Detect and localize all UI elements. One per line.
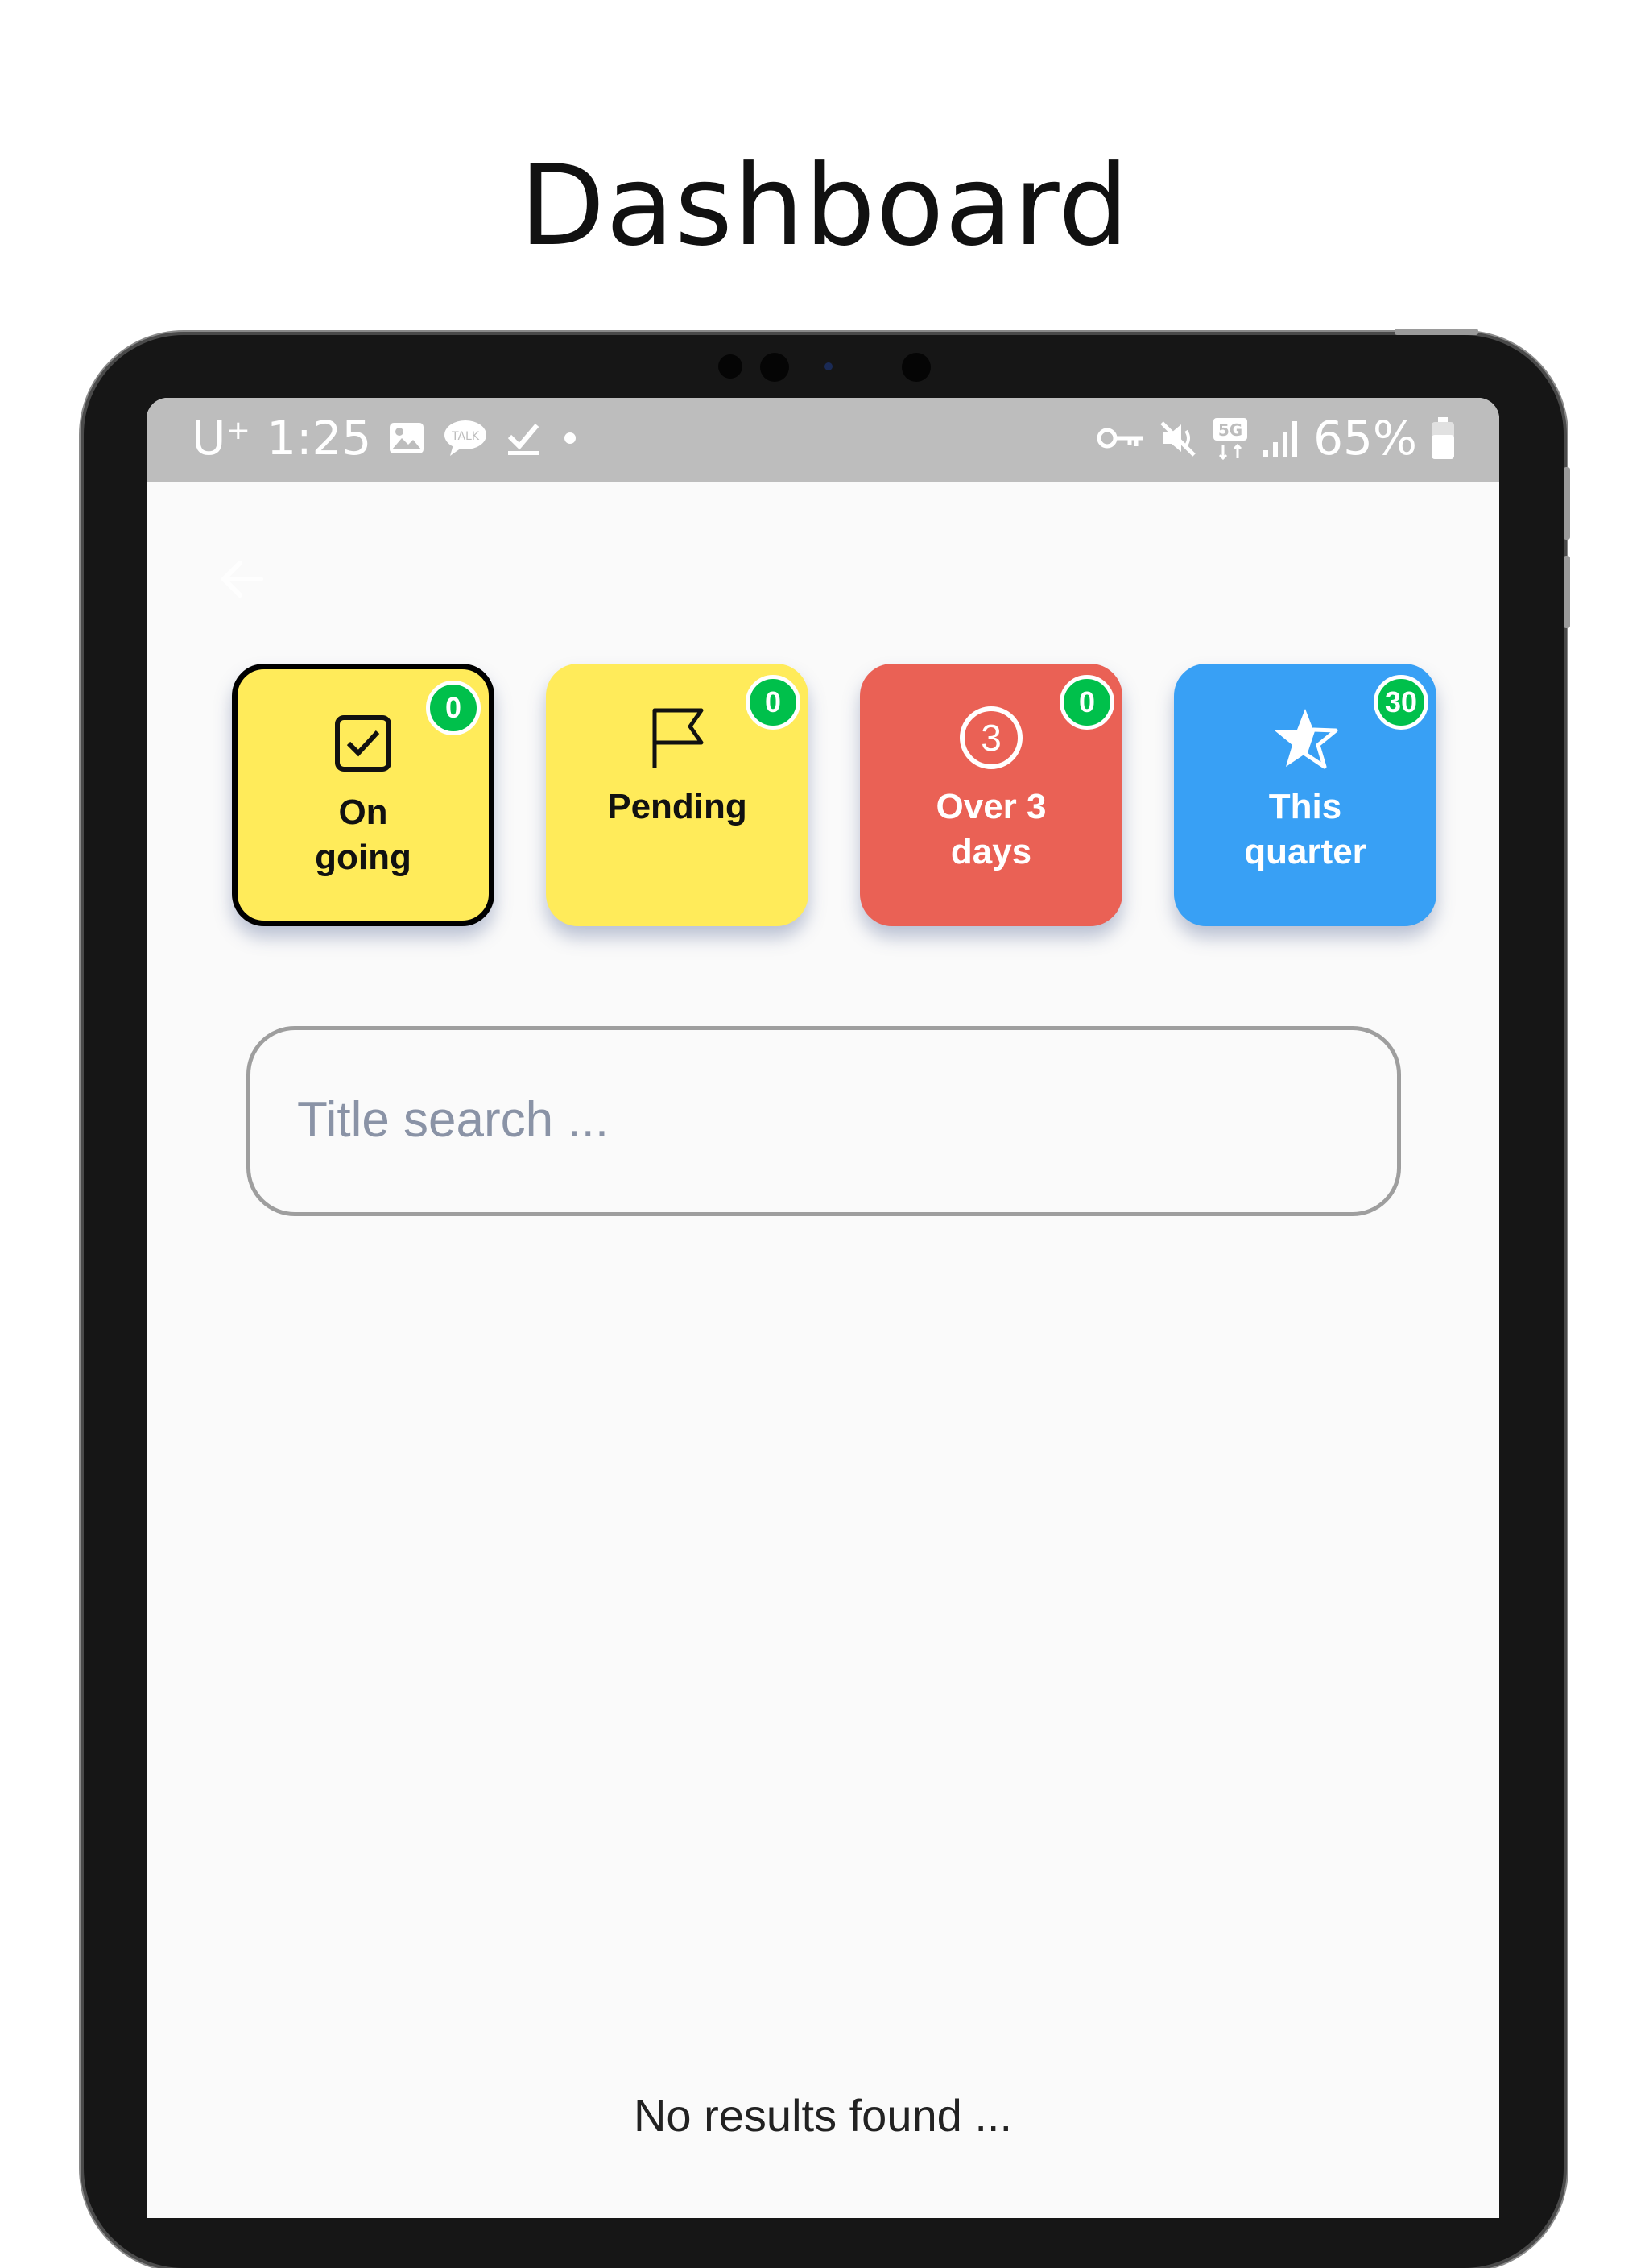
download-done-icon	[505, 419, 542, 457]
camera-sensor	[902, 353, 931, 382]
status-filter-tiles: On going 0 Pending 0 3 Over 3 days 0 Thi…	[232, 664, 1440, 929]
battery-icon	[1430, 416, 1456, 461]
5g-icon: 5G	[1212, 416, 1249, 460]
carrier-label: U⁺	[192, 411, 251, 466]
count-badge: 30	[1374, 675, 1428, 730]
svg-text:TALK: TALK	[451, 430, 480, 443]
tile-label: This quarter	[1244, 787, 1366, 871]
signal-icon	[1262, 418, 1300, 458]
mute-icon	[1159, 418, 1199, 458]
empty-results-message: No results found ...	[633, 2090, 1012, 2141]
volume-down-button	[1564, 556, 1570, 628]
camera-indicator	[824, 362, 833, 370]
svg-text:3: 3	[981, 717, 1002, 759]
title-search-input[interactable]	[295, 1078, 1345, 1161]
vpn-key-icon	[1096, 422, 1146, 454]
count-badge: 0	[1060, 675, 1114, 730]
tile-over-3-days[interactable]: 3 Over 3 days 0	[860, 664, 1122, 926]
volume-up-button	[1564, 467, 1570, 540]
count-badge: 0	[746, 675, 800, 730]
page-title: Dashboard	[519, 141, 1130, 271]
back-button[interactable]	[214, 551, 271, 607]
gallery-icon	[387, 420, 426, 456]
tile-this-quarter[interactable]: This quarter 30	[1174, 664, 1436, 926]
tile-label: Over 3 days	[936, 787, 1047, 871]
count-badge: 0	[426, 681, 481, 735]
status-bar: U⁺ 1:25 TALK 5G 65%	[147, 398, 1499, 482]
battery-percent: 65%	[1313, 411, 1417, 466]
power-button	[1395, 329, 1478, 335]
dot-icon	[558, 426, 582, 450]
tile-label: Pending	[607, 787, 747, 826]
clock: 1:25	[267, 411, 372, 466]
kakaotalk-icon: TALK	[442, 419, 489, 457]
camera-sensor	[718, 354, 742, 379]
app-screen: U⁺ 1:25 TALK 5G 65% On going 0 Pending 0…	[147, 398, 1499, 2218]
arrow-left-icon	[220, 561, 263, 598]
search-box	[246, 1026, 1401, 1216]
svg-text:5G: 5G	[1218, 420, 1242, 440]
camera-lens	[760, 353, 789, 382]
tile-ongoing[interactable]: On going 0	[232, 664, 494, 926]
tile-pending[interactable]: Pending 0	[546, 664, 808, 926]
tile-label: On going	[315, 793, 411, 877]
